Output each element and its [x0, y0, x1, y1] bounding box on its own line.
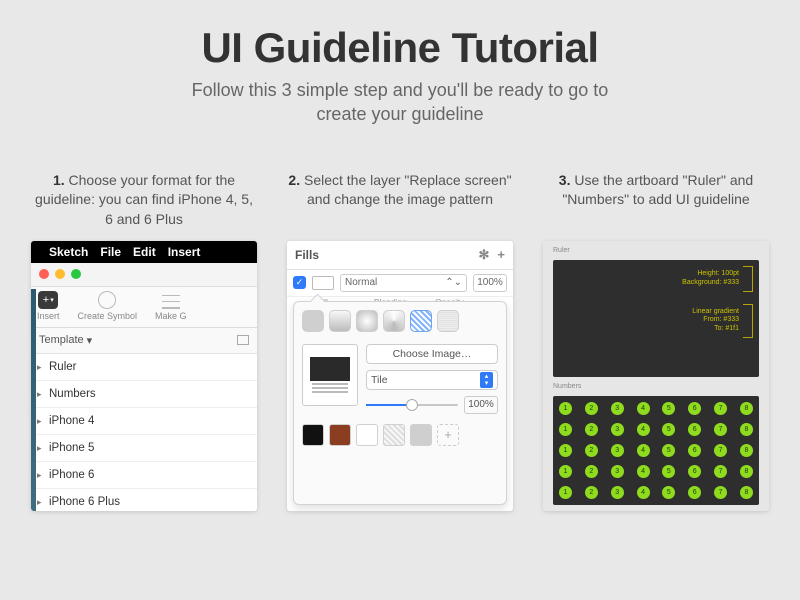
- fill-type-solid[interactable]: [302, 310, 324, 332]
- window-traffic-lights: [31, 263, 257, 287]
- template-numbers[interactable]: Numbers: [31, 381, 257, 408]
- add-fill-button[interactable]: +: [497, 247, 505, 263]
- step-3-text: 3. Use the artboard "Ruler" and "Numbers…: [543, 171, 769, 233]
- tile-mode-select[interactable]: Tile ▴▾: [366, 370, 498, 390]
- ruler-artboard-label: Ruler: [553, 247, 759, 254]
- template-iphone6[interactable]: iPhone 6: [31, 462, 257, 489]
- blending-select[interactable]: Normal⌃⌄: [340, 274, 467, 292]
- chevron-down-icon: ▾: [87, 334, 93, 347]
- plus-icon: +▾: [38, 291, 58, 309]
- page-title: UI Guideline Tutorial: [30, 24, 770, 72]
- fills-header: Fills: [295, 248, 319, 262]
- minimize-icon[interactable]: [55, 269, 65, 279]
- fill-type-radial[interactable]: [356, 310, 378, 332]
- ruler-measure-1: Height: 100pt Background: #333: [559, 266, 753, 292]
- menu-edit[interactable]: Edit: [133, 245, 156, 259]
- toolbar-insert-button[interactable]: +▾ Insert: [37, 291, 60, 321]
- add-preset-button[interactable]: +: [437, 424, 459, 446]
- fill-type-noise[interactable]: [437, 310, 459, 332]
- macos-menubar: Sketch File Edit Insert: [31, 241, 257, 263]
- close-icon[interactable]: [39, 269, 49, 279]
- preset-brown[interactable]: [329, 424, 351, 446]
- chevron-updown-icon: ⌃⌄: [445, 277, 462, 288]
- gear-icon[interactable]: ✻: [479, 247, 490, 263]
- fill-swatch[interactable]: [312, 276, 334, 290]
- template-iphone6plus[interactable]: iPhone 6 Plus: [31, 489, 257, 511]
- opacity-field[interactable]: 100%: [473, 274, 507, 292]
- template-iphone5[interactable]: iPhone 5: [31, 435, 257, 462]
- step-2-text: 2. Select the layer "Replace screen" and…: [287, 171, 513, 233]
- panel-toggle-icon[interactable]: [237, 335, 249, 345]
- toolbar-make-grid-button[interactable]: Make G: [155, 295, 187, 321]
- fills-inspector-panel: Fills ✻ + ✓ Normal⌃⌄ 100% Fill Bl: [287, 241, 513, 511]
- choose-image-button[interactable]: Choose Image…: [366, 344, 498, 364]
- pattern-thumbnail[interactable]: [302, 344, 358, 406]
- fill-type-linear[interactable]: [329, 310, 351, 332]
- toolbar-create-symbol-button[interactable]: Create Symbol: [78, 291, 138, 321]
- numbers-artboard-label: Numbers: [553, 383, 759, 390]
- scale-slider[interactable]: [366, 404, 458, 406]
- select-arrows-icon: ▴▾: [480, 372, 493, 388]
- ruler-artboard[interactable]: Height: 100pt Background: #333 Linear gr…: [553, 260, 759, 377]
- step-1-text: 1. Choose your format for the guideline:…: [31, 171, 257, 233]
- sketch-toolbar: +▾ Insert Create Symbol Make G: [31, 287, 257, 328]
- fill-type-tabs: [294, 302, 506, 338]
- preset-black[interactable]: [302, 424, 324, 446]
- menu-insert[interactable]: Insert: [168, 245, 201, 259]
- ruler-measure-2: Linear gradient From: #333 To: #1f1: [559, 304, 753, 338]
- fill-enabled-checkbox[interactable]: ✓: [293, 276, 306, 289]
- template-iphone4[interactable]: iPhone 4: [31, 408, 257, 435]
- page-subtitle: Follow this 3 simple step and you'll be …: [30, 78, 770, 127]
- preset-swatches: +: [294, 414, 506, 446]
- template-ruler[interactable]: Ruler: [31, 354, 257, 381]
- fill-type-angular[interactable]: [383, 310, 405, 332]
- fill-type-pattern[interactable]: [410, 310, 432, 332]
- canvas-strip: [31, 289, 36, 511]
- menu-app[interactable]: Sketch: [49, 245, 88, 259]
- scale-field[interactable]: 100%: [464, 396, 498, 414]
- symbol-icon: [98, 291, 116, 309]
- menu-file[interactable]: File: [100, 245, 121, 259]
- zoom-icon[interactable]: [71, 269, 81, 279]
- numbers-artboard[interactable]: 12345678 12345678 12345678 12345678 1234…: [553, 396, 759, 505]
- preset-hatch[interactable]: [383, 424, 405, 446]
- sketch-panel: Sketch File Edit Insert +▾ Insert: [31, 241, 257, 511]
- grid-icon: [162, 295, 180, 309]
- fill-popover: Choose Image… Tile ▴▾ 100%: [293, 301, 507, 505]
- preset-grey[interactable]: [410, 424, 432, 446]
- artboards-panel: Ruler Height: 100pt Background: #333 Lin…: [543, 241, 769, 511]
- template-list: Ruler Numbers iPhone 4 iPhone 5 iPhone 6…: [31, 354, 257, 511]
- template-dropdown[interactable]: Template ▾: [31, 328, 257, 354]
- preset-white[interactable]: [356, 424, 378, 446]
